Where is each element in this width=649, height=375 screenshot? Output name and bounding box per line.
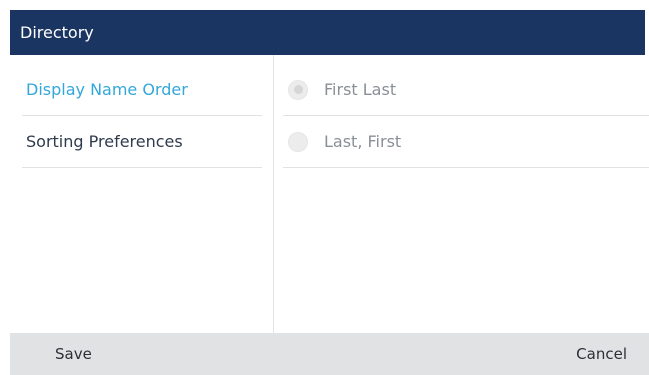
option-last-first[interactable]: Last, First (283, 116, 649, 168)
phone-screen: Directory Display Name Order Sorting Pre… (0, 0, 649, 375)
menu-item-display-name-order[interactable]: Display Name Order (22, 64, 262, 116)
option-label: Last, First (324, 132, 402, 151)
save-button[interactable]: Save (55, 333, 92, 375)
option-label: First Last (324, 80, 397, 99)
softkey-bar: Save Cancel (10, 333, 649, 375)
option-first-last[interactable]: First Last (283, 64, 649, 116)
radio-selected-icon[interactable] (288, 79, 308, 100)
page-title: Directory (10, 10, 645, 55)
radio-unselected-icon[interactable] (288, 131, 308, 152)
cancel-button[interactable]: Cancel (576, 333, 627, 375)
radio-dot (293, 85, 303, 94)
menu-item-sorting-preferences[interactable]: Sorting Preferences (22, 116, 262, 168)
column-divider (273, 55, 274, 333)
